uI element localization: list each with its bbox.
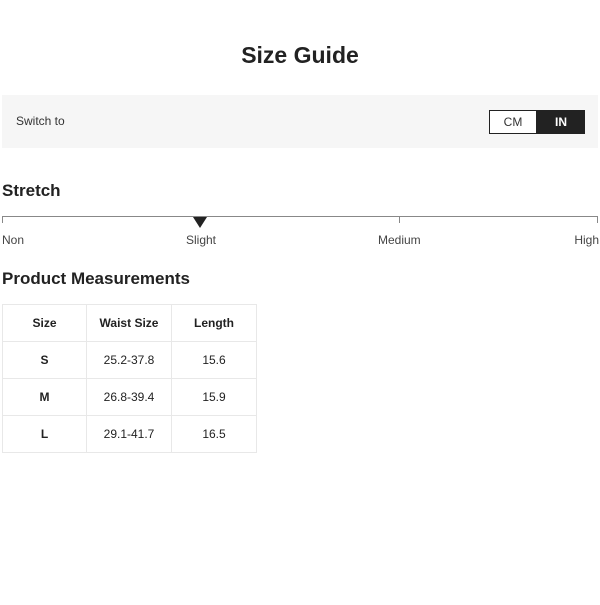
column-header-waist: Waist Size [86,304,172,342]
unit-switch-bar: Switch to CM IN [2,95,598,148]
table-row: M 26.8-39.4 15.9 [2,378,257,416]
unit-in-button[interactable]: IN [537,110,585,134]
stretch-scale-line [2,216,598,217]
stretch-heading: Stretch [2,181,61,200]
table-row: S 25.2-37.8 15.6 [2,341,257,379]
stretch-tick-non [2,216,3,223]
size-cell: S [2,341,87,379]
stretch-label-slight: Slight [186,233,217,247]
size-cell: L [2,415,87,453]
waist-cell: 25.2-37.8 [86,341,172,379]
length-cell: 15.6 [171,341,257,379]
unit-toggle: CM IN [489,110,585,134]
stretch-tick-high [597,216,598,223]
table-header-row: Size Waist Size Length [2,304,257,342]
table-row: L 29.1-41.7 16.5 [2,415,257,453]
column-header-length: Length [171,304,257,342]
stretch-tick-medium [399,216,400,223]
column-header-size: Size [2,304,87,342]
size-cell: M [2,378,87,416]
switch-label: Switch to [16,114,65,128]
stretch-label-non: Non [2,233,25,247]
stretch-scale: Non Slight Medium High [0,213,600,253]
waist-cell: 26.8-39.4 [86,378,172,416]
unit-cm-button[interactable]: CM [489,110,537,134]
stretch-label-medium: Medium [378,233,421,247]
page-title: Size Guide [241,42,359,68]
stretch-label-high: High [574,233,599,247]
triangle-down-icon [193,217,207,228]
length-cell: 15.9 [171,378,257,416]
waist-cell: 29.1-41.7 [86,415,172,453]
measurements-table: Size Waist Size Length S 25.2-37.8 15.6 … [2,304,257,453]
measurements-heading: Product Measurements [2,269,190,288]
length-cell: 16.5 [171,415,257,453]
